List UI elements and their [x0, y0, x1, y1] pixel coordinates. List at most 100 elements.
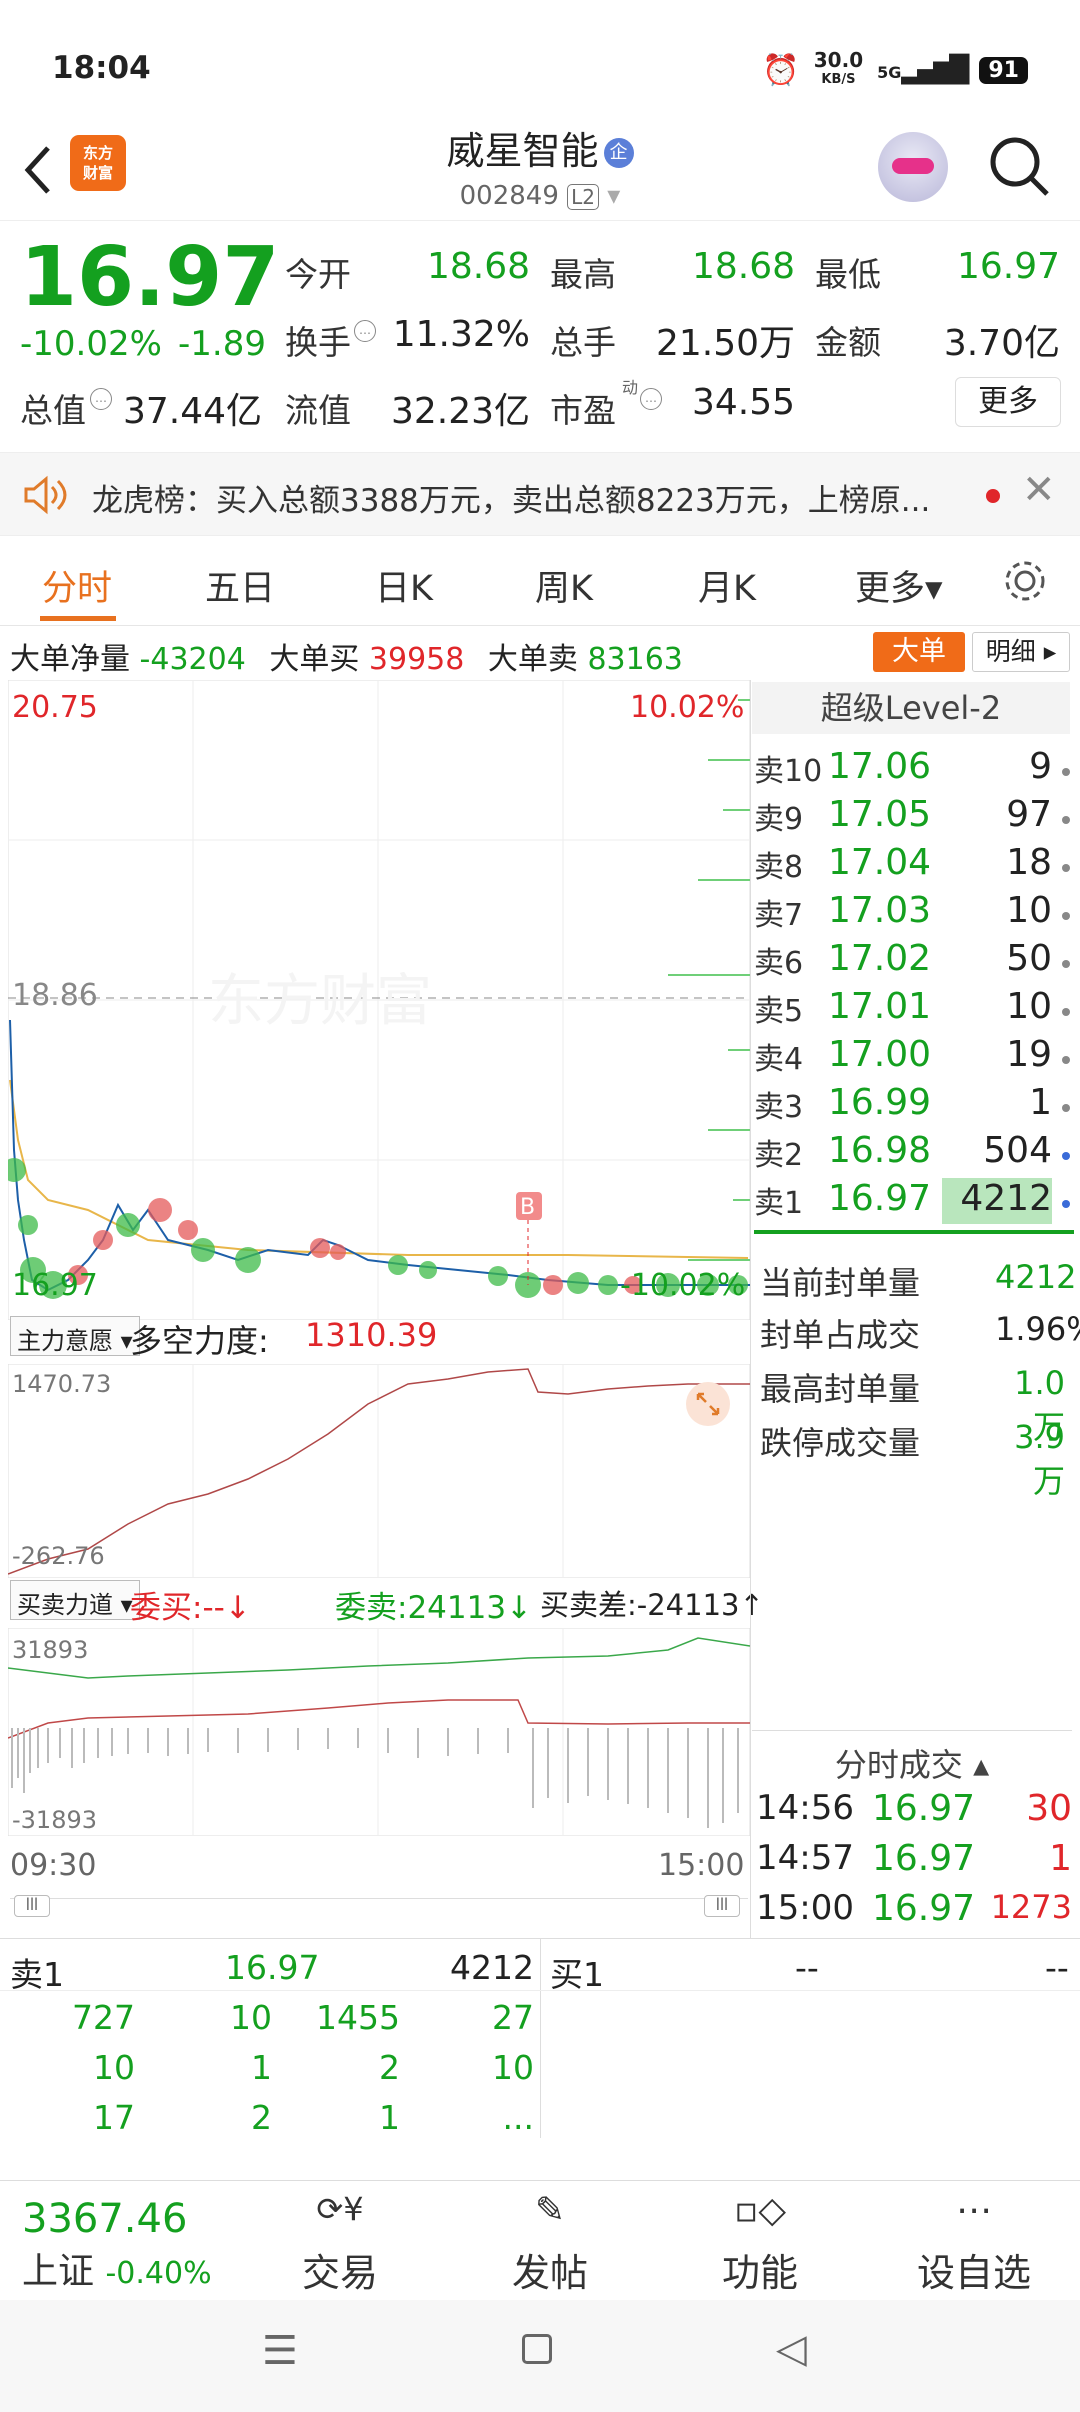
- indicator1-chart[interactable]: [8, 1364, 750, 1578]
- expand-icon[interactable]: [686, 1382, 730, 1426]
- stock-name: 威星智能: [446, 129, 599, 173]
- indicator2-buy: 委买:--↓: [130, 1590, 251, 1626]
- indicator2-min: -31893: [12, 1806, 98, 1834]
- ask-row[interactable]: 卖8 17.04 18: [752, 842, 1072, 890]
- announcement-text: 龙虎榜：买入总额3388万元，卖出总额8223万元，上榜原...: [92, 483, 931, 519]
- volume-value: 21.50万: [655, 323, 795, 364]
- queue-buy1-vol: --: [1045, 1948, 1069, 1987]
- dock-post[interactable]: ✎ 发帖: [480, 2190, 620, 2297]
- queue-buy1-label: 买1: [550, 1955, 604, 1994]
- last-price: 16.97: [20, 230, 280, 325]
- axis-bottom-pct: -10.02%: [620, 1268, 746, 1303]
- dock-trade[interactable]: ⟳¥ 交易: [270, 2190, 410, 2297]
- indicator2-sell: 委卖:24113↓: [335, 1590, 533, 1626]
- seal-ratio: 封单占成交1.96%: [760, 1310, 1080, 1354]
- scroll-handle-right[interactable]: |||: [704, 1895, 740, 1917]
- status-icons: ⏰ 30.0 KB/S 5G▂▄▆█ 91: [762, 50, 1028, 90]
- info-icon[interactable]: …: [354, 320, 376, 342]
- pe-label: 市盈: [550, 391, 616, 430]
- ask-row[interactable]: 卖6 17.02 50: [752, 938, 1072, 986]
- big-order-button[interactable]: 大单: [873, 632, 965, 672]
- change-pct: -10.02%: [20, 324, 162, 364]
- chevron-down-icon[interactable]: ▾: [607, 181, 620, 211]
- mcap-label: 总值: [20, 391, 86, 430]
- float-label: 流值: [285, 391, 351, 430]
- ask-row[interactable]: 卖4 17.00 19: [752, 1034, 1072, 1082]
- queue-sell1-label: 卖1: [10, 1955, 64, 1994]
- back-nav-icon[interactable]: ◁: [776, 2326, 807, 2372]
- status-bar: 18:04 ⏰ 30.0 KB/S 5G▂▄▆█ 91: [0, 0, 1080, 130]
- tab-more[interactable]: 更多▾: [855, 560, 943, 611]
- time-axis-start: 09:30: [10, 1848, 97, 1883]
- queue-grid: 727 10 1455 27 10 1 2 10 17 2 1...: [72, 1998, 534, 2137]
- big-order-net: -43204: [139, 642, 246, 677]
- queue-divider: [540, 1938, 541, 2138]
- time-scrollbar[interactable]: ||| |||: [10, 1895, 748, 1917]
- open-value: 18.68: [426, 246, 530, 287]
- buy-marker-label: B: [520, 1195, 535, 1220]
- ask-row[interactable]: 卖3 16.99 1: [752, 1082, 1072, 1130]
- gear-icon[interactable]: [1000, 556, 1050, 606]
- dock-watchlist[interactable]: ⋯ 设自选: [904, 2190, 1044, 2297]
- tab-intraday[interactable]: 分时: [42, 560, 112, 611]
- index-value: 3367.46: [22, 2196, 188, 2242]
- amount-value: 3.70亿: [943, 323, 1060, 364]
- high-value: 18.68: [691, 246, 795, 287]
- queue-sell1-vol: 4212: [450, 1948, 534, 1987]
- ask-row[interactable]: 卖2 16.98 504: [752, 1130, 1072, 1178]
- tab-5day[interactable]: 五日: [205, 560, 275, 611]
- enterprise-badge-icon: 企: [603, 138, 634, 168]
- pe-value: 34.55: [691, 382, 795, 423]
- detail-button[interactable]: 明细 ▸: [972, 632, 1070, 672]
- dock-functions[interactable]: ▫◇ 功能: [690, 2190, 830, 2297]
- open-label: 今开: [285, 255, 351, 294]
- info-icon[interactable]: …: [640, 388, 662, 410]
- unread-dot: [986, 489, 1000, 503]
- queue-sell1-price: 16.97: [225, 1948, 320, 1987]
- scroll-handle-left[interactable]: |||: [14, 1895, 50, 1917]
- seal-volume: 当前封单量 4212: [760, 1258, 1077, 1302]
- axis-top-pct: 10.02%: [630, 690, 745, 725]
- announcement-bar[interactable]: 龙虎榜：买入总额3388万元，卖出总额8223万元，上榜原... ✕: [0, 452, 1080, 536]
- ticks-title[interactable]: 分时成交 ▴: [752, 1740, 1072, 1786]
- home-icon[interactable]: [522, 2334, 552, 2364]
- book-divider: [754, 1230, 1074, 1234]
- axis-ref-price: 18.86: [12, 978, 98, 1013]
- indicator2-selector[interactable]: 买卖力道 ▾: [10, 1580, 140, 1620]
- indicator1-selector[interactable]: 主力意愿 ▾: [10, 1316, 140, 1356]
- price-chart[interactable]: 东方财富 B: [8, 680, 750, 1320]
- tab-daily-k[interactable]: 日K: [375, 560, 433, 611]
- big-order-bar: 大单净量 -43204 大单买 39958 大单卖 83163: [10, 642, 683, 677]
- edit-icon: ✎: [534, 2190, 566, 2231]
- index-change: -0.40%: [105, 2256, 212, 2291]
- indicator2-diff: 买卖差:-24113↑: [540, 1588, 764, 1622]
- axis-bottom-price: 16.97: [12, 1268, 98, 1303]
- active-tab-indicator: [40, 616, 116, 621]
- ask-row[interactable]: 卖10 17.06 9: [752, 746, 1072, 794]
- grid-icon: ▫◇: [733, 2190, 787, 2231]
- search-icon[interactable]: [985, 132, 1055, 202]
- mcap-value: 37.44亿: [122, 391, 262, 432]
- index-name: 上证: [22, 2251, 95, 2292]
- low-label: 最低: [815, 255, 881, 294]
- tab-weekly-k[interactable]: 周K: [535, 560, 593, 611]
- ask-row[interactable]: 卖9 17.05 97: [752, 794, 1072, 842]
- app-logo[interactable]: 东方 财富: [70, 135, 126, 191]
- close-icon[interactable]: ✕: [1022, 467, 1056, 513]
- more-button[interactable]: 更多: [955, 377, 1061, 427]
- tab-monthly-k[interactable]: 月K: [698, 560, 756, 611]
- net-speed: 30.0 KB/S: [813, 48, 864, 87]
- indicator2-chart[interactable]: [8, 1628, 750, 1836]
- assistant-avatar[interactable]: [878, 132, 948, 202]
- menu-icon[interactable]: ☰: [262, 2328, 298, 2374]
- info-icon[interactable]: …: [90, 388, 112, 410]
- volume-label: 总手: [550, 323, 616, 362]
- level2-title[interactable]: 超级Level-2: [752, 682, 1070, 734]
- ask-row[interactable]: 卖5 17.01 10: [752, 986, 1072, 1034]
- ask-row[interactable]: 卖1 16.97 4212: [752, 1178, 1072, 1226]
- indicator1-value: 1310.39: [305, 1316, 438, 1354]
- high-label: 最高: [550, 255, 616, 294]
- clock: 18:04: [52, 50, 151, 86]
- ask-row[interactable]: 卖7 17.03 10: [752, 890, 1072, 938]
- index-ticker[interactable]: 3367.46 上证 -0.40%: [22, 2196, 212, 2294]
